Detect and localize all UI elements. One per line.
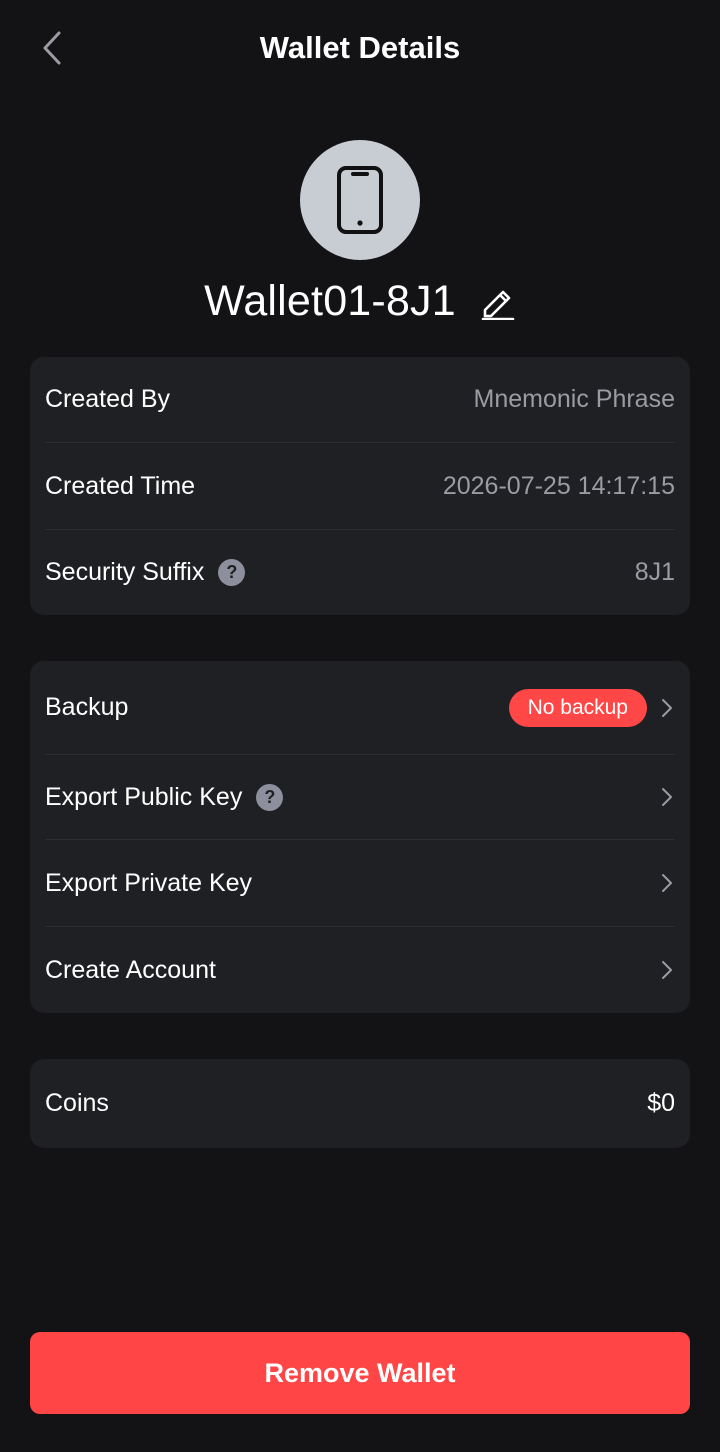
chevron-right-icon [659, 960, 675, 980]
export-public-key-label-group: Export Public Key ? [45, 782, 284, 812]
wallet-details-screen: Wallet Details Wallet01-8J1 Created By M… [0, 0, 720, 1452]
export-private-key-label: Export Private Key [45, 868, 253, 897]
export-public-key-row[interactable]: Export Public Key ? [45, 755, 675, 840]
created-by-label: Created By [45, 385, 171, 413]
chevron-right-icon [659, 873, 675, 893]
chevron-right-icon [659, 698, 675, 718]
wallet-name-row: Wallet01-8J1 [0, 272, 720, 330]
export-private-key-row[interactable]: Export Private Key [45, 840, 675, 927]
header: Wallet Details [0, 0, 720, 96]
security-suffix-row: Security Suffix ? 8J1 [45, 530, 675, 615]
backup-row[interactable]: Backup No backup [45, 661, 675, 755]
created-time-label: Created Time [45, 471, 196, 500]
page-title: Wallet Details [259, 30, 461, 65]
coins-label: Coins [45, 1089, 109, 1117]
wallet-name: Wallet01-8J1 [204, 276, 456, 325]
edit-name-button[interactable] [480, 281, 516, 321]
security-suffix-label-group: Security Suffix ? [45, 558, 246, 587]
created-by-row: Created By Mnemonic Phrase [45, 357, 675, 443]
chevron-right-icon [659, 787, 675, 807]
created-time-row: Created Time 2026-07-25 14:17:15 [45, 443, 675, 530]
wallet-avatar [300, 140, 420, 260]
help-icon[interactable]: ? [256, 783, 284, 811]
created-by-value: Mnemonic Phrase [473, 385, 675, 413]
coins-value: $0 [647, 1089, 675, 1117]
coins-card: Coins $0 [30, 1059, 690, 1148]
backup-label: Backup [45, 693, 129, 721]
smartphone-icon [337, 166, 383, 234]
help-icon[interactable]: ? [218, 559, 246, 586]
wallet-info-card: Created By Mnemonic Phrase Created Time … [30, 357, 690, 615]
created-time-value: 2026-07-25 14:17:15 [442, 471, 675, 500]
coins-row[interactable]: Coins $0 [45, 1059, 675, 1148]
wallet-actions-card: Backup No backup Export Public Key ? Exp… [30, 661, 690, 1013]
pencil-icon [481, 290, 515, 320]
create-account-row[interactable]: Create Account [45, 927, 675, 1013]
security-suffix-value: 8J1 [634, 558, 675, 586]
backup-right: No backup [508, 688, 675, 727]
remove-wallet-button[interactable]: Remove Wallet [30, 1332, 690, 1414]
export-public-key-label: Export Public Key [45, 782, 243, 811]
security-suffix-label: Security Suffix [45, 558, 205, 586]
create-account-label: Create Account [45, 955, 216, 984]
no-backup-badge: No backup [508, 688, 647, 727]
